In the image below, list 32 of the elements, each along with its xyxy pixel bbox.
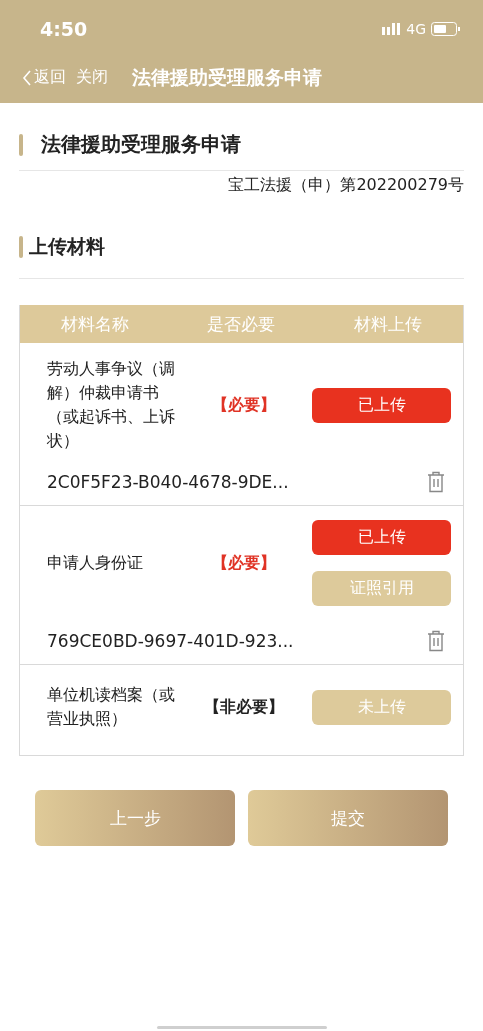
delete-icon[interactable] xyxy=(427,630,445,652)
upload-status-button[interactable]: 已上传 xyxy=(312,520,451,555)
back-chevron-icon xyxy=(22,68,32,87)
accent-bar xyxy=(19,133,23,156)
requirement-label: 【必要】 xyxy=(210,552,277,574)
upload-status-button[interactable]: 未上传 xyxy=(312,689,451,725)
close-button[interactable]: 关闭 xyxy=(76,67,108,88)
previous-button[interactable]: 上一步 xyxy=(35,790,235,846)
form-title: 法律援助受理服务申请 xyxy=(41,131,241,158)
case-number: 宝工法援（申）第202200279号 xyxy=(228,175,464,194)
status-time: 4:50 xyxy=(40,18,88,40)
column-header: 是否必要 xyxy=(206,312,276,336)
upload-status-button[interactable]: 已上传 xyxy=(312,387,451,423)
material-name: 劳动人事争议（调解）仲裁申请书（或起诉书、上诉状） xyxy=(47,358,175,452)
file-name: 769CE0BD-9697-401D-923... xyxy=(47,631,294,651)
material-name: 单位机读档案（或营业执照） xyxy=(47,684,175,730)
submit-button[interactable]: 提交 xyxy=(248,790,448,846)
upload-status-button[interactable]: 证照引用 xyxy=(312,571,451,606)
network-type: 4G xyxy=(406,21,426,37)
requirement-label: 【非必要】 xyxy=(202,696,285,718)
back-button[interactable]: 返回 xyxy=(22,67,66,88)
material-name: 申请人身份证 xyxy=(47,552,144,574)
delete-icon[interactable] xyxy=(427,471,445,493)
signal-icon xyxy=(382,23,402,35)
page-title: 法律援助受理服务申请 xyxy=(132,64,322,90)
file-name: 2C0F5F23-B040-4678-9DE... xyxy=(47,472,289,492)
battery-icon xyxy=(431,22,461,36)
section-title: 上传材料 xyxy=(29,234,105,259)
column-header: 材料名称 xyxy=(60,312,130,336)
requirement-label: 【必要】 xyxy=(210,394,277,416)
column-header: 材料上传 xyxy=(352,312,423,336)
accent-bar xyxy=(19,236,23,258)
